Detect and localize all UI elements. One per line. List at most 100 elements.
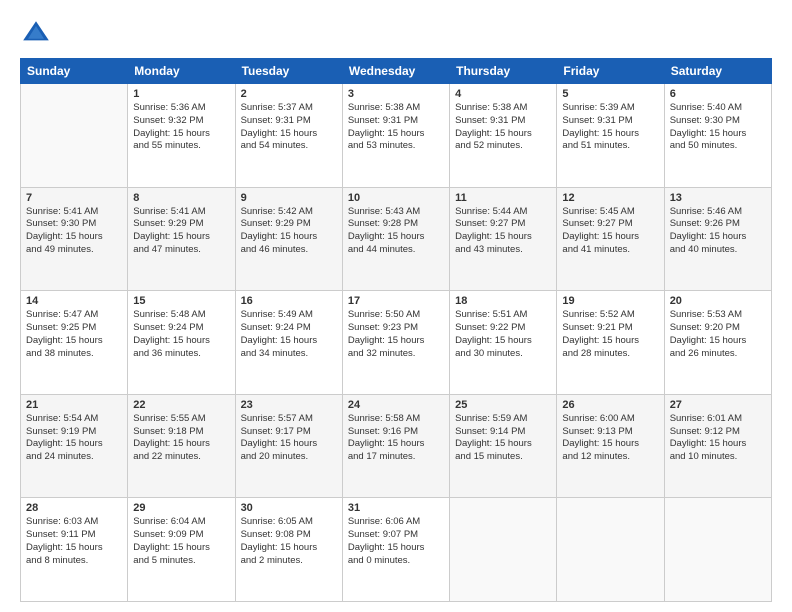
calendar-week-2: 7Sunrise: 5:41 AM Sunset: 9:30 PM Daylig… <box>21 187 772 291</box>
calendar-week-4: 21 Sunrise: 5:54 AM Sunset: 9:19 PM Dayli… <box>21 394 772 498</box>
day-number: 1 <box>133 88 229 100</box>
day-info: Sunrise: 5:51 AM Sunset: 9:22 PM Dayligh… <box>455 309 551 360</box>
calendar-cell <box>664 498 771 602</box>
day-number: 28 <box>26 502 122 514</box>
weekday-friday: Friday <box>557 59 664 84</box>
day-number: 5 <box>562 88 658 100</box>
day-info: Sunrise: 6:01 AM Sunset: 9:12 PM Dayligh… <box>670 413 766 464</box>
calendar-cell: 20Sunrise: 5:53 AM Sunset: 9:20 PM Dayli… <box>664 291 771 395</box>
day-number: 4 <box>455 88 551 100</box>
day-info: Sunrise: 5:45 AM Sunset: 9:27 PM Dayligh… <box>562 206 658 257</box>
calendar-cell <box>450 498 557 602</box>
day-number: 26 <box>562 399 658 411</box>
day-number: 31 <box>348 502 444 514</box>
day-info: Sunrise: 5:42 AM Sunset: 9:29 PM Dayligh… <box>241 206 337 257</box>
day-number: 29 <box>133 502 229 514</box>
calendar-week-3: 14Sunrise: 5:47 AM Sunset: 9:25 PM Dayli… <box>21 291 772 395</box>
day-info: Sunrise: 5:40 AM Sunset: 9:30 PM Dayligh… <box>670 102 766 153</box>
day-info: Sunrise: 5:49 AM Sunset: 9:24 PM Dayligh… <box>241 309 337 360</box>
day-info: Sunrise: 5:43 AM Sunset: 9:28 PM Dayligh… <box>348 206 444 257</box>
day-number: 17 <box>348 295 444 307</box>
calendar-cell: 29 Sunrise: 6:04 AM Sunset: 9:09 PM Dayli… <box>128 498 235 602</box>
calendar-cell: 27 Sunrise: 6:01 AM Sunset: 9:12 PM Dayli… <box>664 394 771 498</box>
day-number: 11 <box>455 192 551 204</box>
day-info: Sunrise: 5:59 AM Sunset: 9:14 PM Dayligh… <box>455 413 551 464</box>
calendar-cell: 18 Sunrise: 5:51 AM Sunset: 9:22 PM Dayli… <box>450 291 557 395</box>
calendar-cell: 30 Sunrise: 6:05 AM Sunset: 9:08 PM Dayli… <box>235 498 342 602</box>
day-info: Sunrise: 5:47 AM Sunset: 9:25 PM Dayligh… <box>26 309 122 360</box>
header <box>20 18 772 50</box>
logo-icon <box>20 18 52 50</box>
day-info: Sunrise: 5:55 AM Sunset: 9:18 PM Dayligh… <box>133 413 229 464</box>
logo <box>20 18 56 50</box>
calendar-cell: 31Sunrise: 6:06 AM Sunset: 9:07 PM Dayli… <box>342 498 449 602</box>
day-number: 3 <box>348 88 444 100</box>
day-number: 6 <box>670 88 766 100</box>
day-number: 13 <box>670 192 766 204</box>
calendar-cell: 25 Sunrise: 5:59 AM Sunset: 9:14 PM Dayli… <box>450 394 557 498</box>
day-number: 24 <box>348 399 444 411</box>
day-info: Sunrise: 5:41 AM Sunset: 9:30 PM Dayligh… <box>26 206 122 257</box>
calendar-cell: 3 Sunrise: 5:38 AM Sunset: 9:31 PM Daylig… <box>342 84 449 188</box>
day-info: Sunrise: 5:57 AM Sunset: 9:17 PM Dayligh… <box>241 413 337 464</box>
day-info: Sunrise: 6:05 AM Sunset: 9:08 PM Dayligh… <box>241 516 337 567</box>
day-info: Sunrise: 5:41 AM Sunset: 9:29 PM Dayligh… <box>133 206 229 257</box>
calendar-cell: 15Sunrise: 5:48 AM Sunset: 9:24 PM Dayli… <box>128 291 235 395</box>
day-info: Sunrise: 6:03 AM Sunset: 9:11 PM Dayligh… <box>26 516 122 567</box>
weekday-thursday: Thursday <box>450 59 557 84</box>
day-info: Sunrise: 5:38 AM Sunset: 9:31 PM Dayligh… <box>348 102 444 153</box>
day-number: 8 <box>133 192 229 204</box>
day-number: 30 <box>241 502 337 514</box>
calendar-cell <box>21 84 128 188</box>
day-info: Sunrise: 5:50 AM Sunset: 9:23 PM Dayligh… <box>348 309 444 360</box>
calendar-cell: 21 Sunrise: 5:54 AM Sunset: 9:19 PM Dayli… <box>21 394 128 498</box>
weekday-tuesday: Tuesday <box>235 59 342 84</box>
day-number: 18 <box>455 295 551 307</box>
day-number: 2 <box>241 88 337 100</box>
day-info: Sunrise: 5:48 AM Sunset: 9:24 PM Dayligh… <box>133 309 229 360</box>
day-number: 12 <box>562 192 658 204</box>
weekday-monday: Monday <box>128 59 235 84</box>
calendar-cell: 5 Sunrise: 5:39 AM Sunset: 9:31 PM Daylig… <box>557 84 664 188</box>
page: SundayMondayTuesdayWednesdayThursdayFrid… <box>0 0 792 612</box>
day-info: Sunrise: 6:04 AM Sunset: 9:09 PM Dayligh… <box>133 516 229 567</box>
calendar-cell: 12 Sunrise: 5:45 AM Sunset: 9:27 PM Dayli… <box>557 187 664 291</box>
calendar-cell: 6 Sunrise: 5:40 AM Sunset: 9:30 PM Daylig… <box>664 84 771 188</box>
calendar-cell: 24 Sunrise: 5:58 AM Sunset: 9:16 PM Dayli… <box>342 394 449 498</box>
day-number: 19 <box>562 295 658 307</box>
calendar-cell: 4 Sunrise: 5:38 AM Sunset: 9:31 PM Daylig… <box>450 84 557 188</box>
calendar-cell: 19 Sunrise: 5:52 AM Sunset: 9:21 PM Dayli… <box>557 291 664 395</box>
calendar-week-1: 1 Sunrise: 5:36 AM Sunset: 9:32 PM Daylig… <box>21 84 772 188</box>
day-number: 23 <box>241 399 337 411</box>
weekday-saturday: Saturday <box>664 59 771 84</box>
day-number: 25 <box>455 399 551 411</box>
day-info: Sunrise: 5:44 AM Sunset: 9:27 PM Dayligh… <box>455 206 551 257</box>
day-number: 27 <box>670 399 766 411</box>
day-info: Sunrise: 5:58 AM Sunset: 9:16 PM Dayligh… <box>348 413 444 464</box>
calendar-cell: 28 Sunrise: 6:03 AM Sunset: 9:11 PM Dayli… <box>21 498 128 602</box>
calendar-cell: 22Sunrise: 5:55 AM Sunset: 9:18 PM Dayli… <box>128 394 235 498</box>
calendar-cell: 9Sunrise: 5:42 AM Sunset: 9:29 PM Daylig… <box>235 187 342 291</box>
day-info: Sunrise: 5:46 AM Sunset: 9:26 PM Dayligh… <box>670 206 766 257</box>
day-info: Sunrise: 5:53 AM Sunset: 9:20 PM Dayligh… <box>670 309 766 360</box>
calendar-cell: 1 Sunrise: 5:36 AM Sunset: 9:32 PM Daylig… <box>128 84 235 188</box>
calendar-body: 1 Sunrise: 5:36 AM Sunset: 9:32 PM Daylig… <box>21 84 772 602</box>
calendar-week-5: 28 Sunrise: 6:03 AM Sunset: 9:11 PM Dayli… <box>21 498 772 602</box>
calendar-cell: 17 Sunrise: 5:50 AM Sunset: 9:23 PM Dayli… <box>342 291 449 395</box>
calendar-cell: 8 Sunrise: 5:41 AM Sunset: 9:29 PM Daylig… <box>128 187 235 291</box>
calendar-cell: 2 Sunrise: 5:37 AM Sunset: 9:31 PM Daylig… <box>235 84 342 188</box>
day-number: 16 <box>241 295 337 307</box>
day-info: Sunrise: 5:52 AM Sunset: 9:21 PM Dayligh… <box>562 309 658 360</box>
calendar-table: SundayMondayTuesdayWednesdayThursdayFrid… <box>20 58 772 602</box>
weekday-header-row: SundayMondayTuesdayWednesdayThursdayFrid… <box>21 59 772 84</box>
day-info: Sunrise: 5:37 AM Sunset: 9:31 PM Dayligh… <box>241 102 337 153</box>
day-info: Sunrise: 6:00 AM Sunset: 9:13 PM Dayligh… <box>562 413 658 464</box>
day-info: Sunrise: 5:36 AM Sunset: 9:32 PM Dayligh… <box>133 102 229 153</box>
calendar-cell: 7Sunrise: 5:41 AM Sunset: 9:30 PM Daylig… <box>21 187 128 291</box>
day-number: 21 <box>26 399 122 411</box>
day-info: Sunrise: 5:39 AM Sunset: 9:31 PM Dayligh… <box>562 102 658 153</box>
weekday-sunday: Sunday <box>21 59 128 84</box>
day-info: Sunrise: 5:54 AM Sunset: 9:19 PM Dayligh… <box>26 413 122 464</box>
day-info: Sunrise: 5:38 AM Sunset: 9:31 PM Dayligh… <box>455 102 551 153</box>
calendar-cell: 23 Sunrise: 5:57 AM Sunset: 9:17 PM Dayli… <box>235 394 342 498</box>
